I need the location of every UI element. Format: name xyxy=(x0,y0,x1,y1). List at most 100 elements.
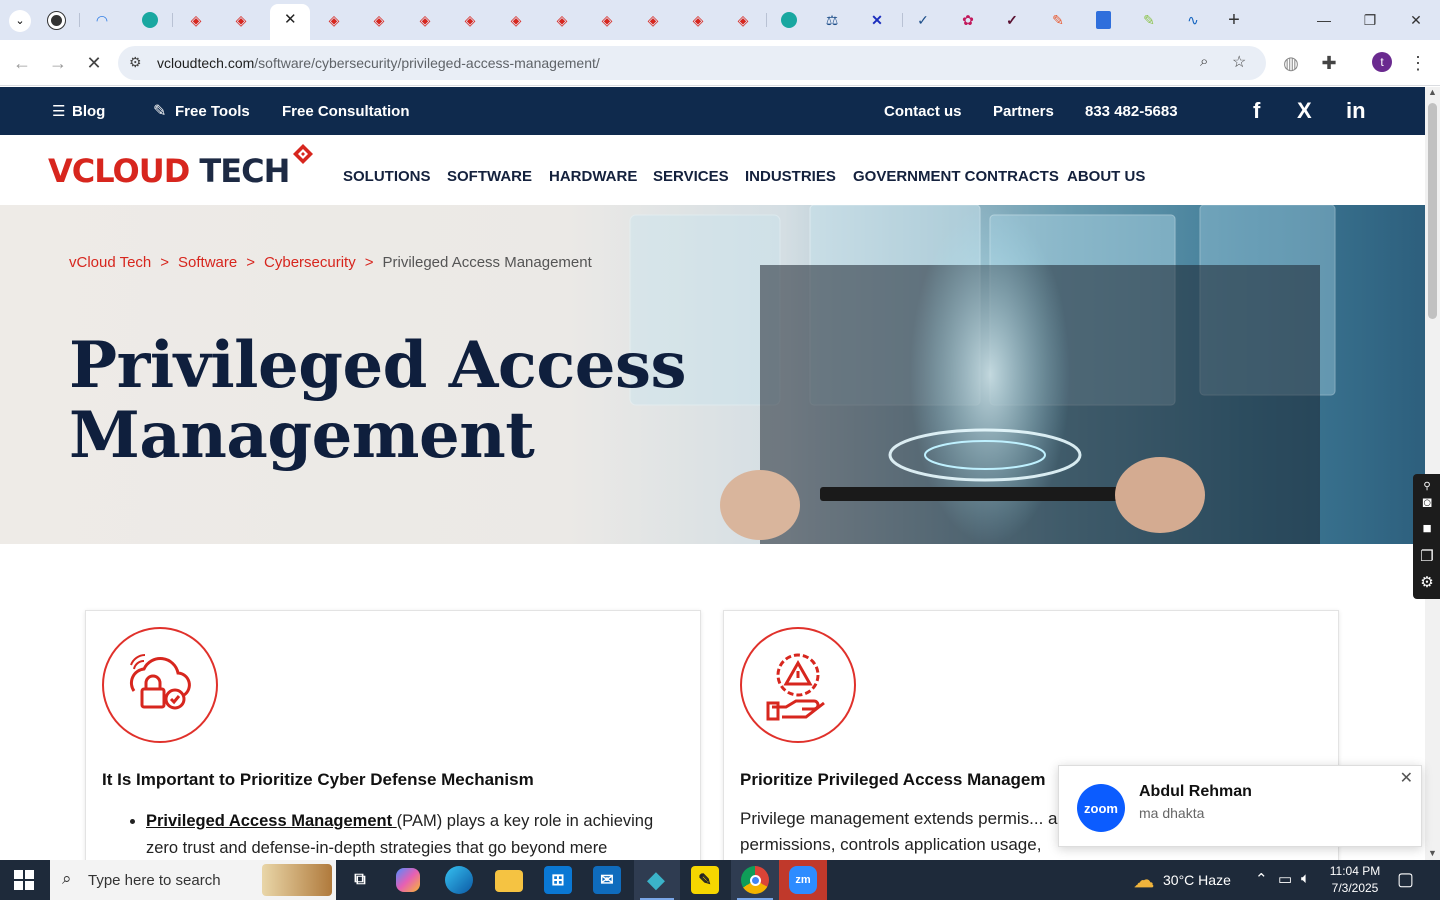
site-info-icon[interactable]: ⚙ xyxy=(129,54,142,71)
vcloud-icon[interactable]: ◈ xyxy=(506,10,526,30)
vcloud-icon[interactable]: ◈ xyxy=(688,10,708,30)
vcloud-icon[interactable]: ◈ xyxy=(643,10,663,30)
forward-icon[interactable]: → xyxy=(46,52,70,74)
nav-solutions[interactable]: SOLUTIONS xyxy=(343,168,431,185)
pen-icon[interactable]: ✎ xyxy=(1139,10,1159,30)
x-tool-icon[interactable]: ✕ xyxy=(867,10,887,30)
microsoft-store-icon[interactable]: ⊞ xyxy=(544,866,572,894)
volume-icon[interactable]: 🔈︎ xyxy=(1301,870,1310,887)
nav-about-us[interactable]: ABOUT US xyxy=(1067,168,1145,185)
close-notification-icon[interactable]: ✕ xyxy=(1400,768,1413,788)
hero-banner: vCloud Tech > Software > Cybersecurity > Privi… xyxy=(0,205,1425,544)
search-placeholder: Type here to search xyxy=(88,872,221,889)
scroll-up-icon[interactable]: ▲ xyxy=(1428,87,1437,97)
translate-icon[interactable]: ◍ xyxy=(1280,52,1302,74)
close-window-icon[interactable]: ✕ xyxy=(1406,10,1426,30)
nav-software[interactable]: SOFTWARE xyxy=(447,168,532,185)
site-logo[interactable]: VCLOUD TECH xyxy=(48,152,290,190)
scales-icon[interactable]: ⚖ xyxy=(822,10,842,30)
network-icon[interactable]: ▭ xyxy=(1278,870,1292,888)
omnibox[interactable]: ⚙ vcloudtech.com/software/cybersecurity/… xyxy=(118,46,1266,80)
tab-search-icon[interactable]: ⌄ xyxy=(9,10,31,32)
zoom-chat-notification[interactable]: zoom Abdul Rehman ma dhakta ✕ xyxy=(1058,765,1422,847)
active-tab[interactable]: ✕ xyxy=(270,4,310,40)
breadcrumb-software[interactable]: Software xyxy=(178,254,237,271)
weather-text[interactable]: 30°C Haze xyxy=(1163,872,1231,888)
vcloud-icon[interactable]: ◈ xyxy=(186,10,206,30)
clock[interactable]: 11:04 PM 7/3/2025 xyxy=(1320,863,1390,897)
menu-lines-icon[interactable]: ☰ xyxy=(52,102,65,120)
nav-government-contracts[interactable]: GOVERNMENT CONTRACTS xyxy=(853,168,1059,185)
edge-icon[interactable] xyxy=(445,866,473,894)
back-icon[interactable]: ← xyxy=(10,52,34,74)
vcloud-icon[interactable]: ◈ xyxy=(369,10,389,30)
pen-icon[interactable]: ✎ xyxy=(1048,10,1068,30)
tab-divider xyxy=(79,13,80,27)
scroll-thumb[interactable] xyxy=(1428,103,1437,319)
minimize-icon[interactable]: — xyxy=(1314,10,1334,30)
windows-start-icon[interactable] xyxy=(0,860,48,900)
linkedin-icon[interactable]: in xyxy=(1346,98,1366,124)
vcloud-icon[interactable]: ◈ xyxy=(324,10,344,30)
profile-avatar[interactable]: t xyxy=(1372,52,1392,72)
notification-center-icon[interactable]: ▢ xyxy=(1397,869,1414,890)
extensions-icon[interactable]: ✚ xyxy=(1318,52,1340,74)
contact-link[interactable]: Contact us xyxy=(884,103,962,120)
nav-services[interactable]: SERVICES xyxy=(653,168,729,185)
video-icon[interactable]: ■ xyxy=(1417,518,1437,538)
speed-icon[interactable]: ◠ xyxy=(92,10,112,30)
app-diamond-icon[interactable]: ◆ xyxy=(642,866,670,894)
free-tools-link[interactable]: Free Tools xyxy=(175,103,250,120)
vcloud-icon[interactable]: ◈ xyxy=(460,10,480,30)
breadcrumb-home[interactable]: vCloud Tech xyxy=(69,254,151,271)
check-icon[interactable]: ✓ xyxy=(1002,10,1022,30)
taskbar-search[interactable]: ⌕ Type here to search xyxy=(50,860,336,900)
x-twitter-icon[interactable]: X xyxy=(1297,98,1312,124)
free-consultation-link[interactable]: Free Consultation xyxy=(282,103,410,120)
card-title: Prioritize Privileged Access Managem xyxy=(740,770,1046,789)
nav-hardware[interactable]: HARDWARE xyxy=(549,168,637,185)
restore-icon[interactable]: ❐ xyxy=(1360,10,1380,30)
close-tab-icon[interactable]: ✕ xyxy=(284,10,297,28)
teal-app-icon[interactable] xyxy=(779,10,799,30)
blog-link[interactable]: Blog xyxy=(72,103,105,120)
vcloud-icon[interactable]: ◈ xyxy=(597,10,617,30)
camera-icon[interactable]: ◙ xyxy=(1417,492,1437,512)
scroll-down-icon[interactable]: ▼ xyxy=(1428,848,1437,858)
tab-strip: ✕ ⌄ ◠ ◈ ◈ ◈ ◈ ◈ ◈ ◈ ◈ ◈ ◈ ◈ ◈ ⚖ ✕ ✓ ✿ ✓ … xyxy=(0,0,1440,40)
sticky-notes-icon[interactable]: ✎ xyxy=(691,866,719,894)
url-text[interactable]: vcloudtech.com/software/cybersecurity/pr… xyxy=(157,55,600,71)
vcloud-icon[interactable]: ◈ xyxy=(415,10,435,30)
file-explorer-icon[interactable] xyxy=(495,870,523,892)
phone-link[interactable]: 833 482-5683 xyxy=(1085,103,1178,120)
zoom-taskbar-icon[interactable]: zm xyxy=(789,866,817,894)
task-view-icon[interactable]: ⧉ xyxy=(346,866,374,894)
mail-icon[interactable]: ✉ xyxy=(593,866,621,894)
breadcrumb-cybersecurity[interactable]: Cybersecurity xyxy=(264,254,356,271)
vcloud-icon[interactable]: ◈ xyxy=(733,10,753,30)
pulse-icon[interactable]: ∿ xyxy=(1183,10,1203,30)
settings-gear-icon[interactable]: ⚙ xyxy=(1417,572,1437,592)
vcloud-icon[interactable]: ◈ xyxy=(552,10,572,30)
vcloud-icon[interactable]: ◈ xyxy=(231,10,251,30)
copilot-icon[interactable] xyxy=(396,868,420,892)
stop-loading-icon[interactable]: ✕ xyxy=(82,52,106,74)
page-title: Privileged Access Management xyxy=(69,328,687,473)
zoom-icon[interactable]: ⌕ xyxy=(1200,53,1208,70)
pam-link[interactable]: Privileged Access Management xyxy=(146,812,397,830)
nav-industries[interactable]: INDUSTRIES xyxy=(745,168,836,185)
logo-cube-icon xyxy=(293,144,313,164)
docs-icon[interactable] xyxy=(1093,10,1113,30)
window-icon[interactable]: ❐ xyxy=(1417,546,1437,566)
check-icon[interactable]: ✓ xyxy=(913,10,933,30)
menu-icon[interactable]: ⋮ xyxy=(1408,52,1428,74)
new-tab-icon[interactable]: + xyxy=(1224,10,1244,30)
partners-link[interactable]: Partners xyxy=(993,103,1054,120)
teal-app-icon[interactable] xyxy=(140,10,160,30)
facebook-icon[interactable]: f xyxy=(1253,98,1260,124)
cookie-icon[interactable] xyxy=(46,10,66,30)
chrome-icon[interactable] xyxy=(741,866,769,894)
bookmark-star-icon[interactable]: ☆ xyxy=(1232,52,1246,72)
tray-chevron-icon[interactable]: ⌃ xyxy=(1255,870,1268,888)
multi-icon[interactable]: ✿ xyxy=(958,10,978,30)
